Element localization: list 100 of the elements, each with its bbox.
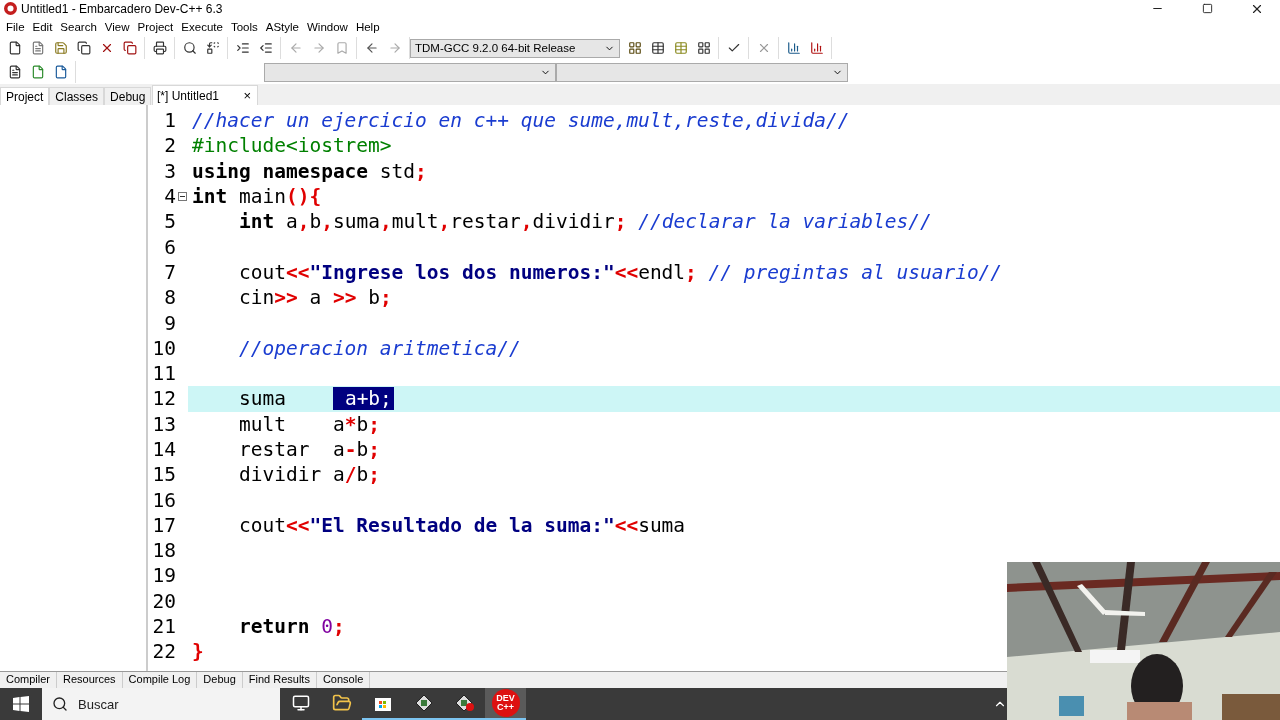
code-token: , — [379, 210, 392, 234]
dev-cpp-logo: DEV C++ — [491, 689, 520, 717]
grid-icon[interactable] — [626, 39, 643, 57]
code-token: b — [309, 210, 322, 234]
tab-label: [*] Untitled1 — [157, 88, 220, 103]
code-token: ; — [332, 615, 345, 639]
line-number: 11 — [151, 362, 176, 386]
line-number: 15 — [151, 463, 176, 487]
menu-item[interactable]: Window — [303, 20, 352, 33]
code-token: suma — [638, 513, 686, 537]
code-token: // pregintas al usuario// — [707, 260, 1003, 284]
line-number: 16 — [151, 488, 176, 512]
menu-item[interactable]: Search — [56, 20, 101, 33]
code-token: //declarar la variables// — [637, 210, 932, 234]
folder-icon — [331, 693, 352, 713]
table-icon[interactable] — [649, 39, 666, 57]
grid-icon[interactable] — [695, 39, 712, 57]
code-token: cout — [237, 260, 286, 284]
replace-icon[interactable] — [204, 39, 221, 57]
code-token: #include<iostrem> — [192, 134, 392, 158]
code-token: ; — [368, 438, 380, 461]
compiler-dropdown[interactable]: TDM-GCC 9.2.0 64-bit Release — [410, 38, 620, 58]
code-token: int — [192, 185, 228, 209]
close-tab-button[interactable]: × — [243, 88, 251, 103]
code-token: ; — [614, 210, 627, 234]
code-token: return — [237, 615, 310, 639]
search-icon — [52, 696, 68, 712]
line-number: 1 — [163, 109, 176, 133]
line-number: 2 — [163, 134, 176, 158]
code-token: , — [438, 210, 451, 234]
menu-item[interactable]: Edit — [28, 20, 57, 33]
line-number: 17 — [151, 513, 176, 537]
collapse-icon[interactable] — [177, 192, 187, 202]
code-token: b — [356, 438, 369, 461]
save-icon[interactable] — [52, 39, 69, 57]
code-token: suma — [237, 387, 287, 411]
line-number: 9 — [163, 311, 176, 335]
menu-item[interactable]: Project — [133, 20, 178, 33]
code-token: restar — [450, 210, 521, 234]
line-number: 7 — [163, 260, 176, 284]
code-token: b — [367, 286, 380, 310]
search-icon[interactable] — [181, 39, 198, 57]
line-number: 14 — [151, 438, 176, 461]
line-number: 19 — [151, 564, 176, 588]
code-token: cin — [237, 286, 275, 310]
line-number: 8 — [163, 286, 176, 310]
taskbar-app-button[interactable]: DEV C++ — [485, 688, 526, 720]
line-number: 6 — [163, 235, 176, 259]
code-token: - — [344, 438, 357, 461]
line-number: 4 — [163, 185, 176, 209]
editor-tab[interactable]: [*] Untitled1 × — [152, 85, 258, 105]
copy-icon[interactable] — [75, 39, 92, 57]
menu-item[interactable]: AStyle — [261, 20, 303, 33]
bar-chart-icon[interactable] — [785, 39, 802, 57]
menu-item[interactable]: Help — [351, 20, 384, 33]
code-token: a — [284, 210, 298, 234]
menu-item[interactable]: View — [100, 20, 134, 33]
code-token: << — [285, 513, 310, 537]
windows-logo-icon — [13, 696, 29, 712]
line-number: 13 — [151, 412, 176, 436]
code-token: ; — [368, 463, 380, 487]
panel-tab[interactable]: Project — [0, 87, 50, 105]
code-token: ; — [685, 260, 697, 284]
menu-item[interactable]: Tools — [226, 20, 262, 33]
code-token: b — [356, 412, 369, 436]
app-logo-icon — [4, 2, 17, 15]
menu-item[interactable]: Execute — [177, 20, 227, 33]
copy-icon[interactable] — [121, 39, 138, 57]
code-token: , — [297, 210, 310, 234]
app-icon — [454, 694, 475, 712]
menu-item[interactable]: File — [2, 20, 29, 33]
code-token: b — [356, 463, 369, 487]
bar-chart-icon[interactable] — [808, 39, 825, 57]
code-token: mult — [391, 210, 439, 234]
panel-tab[interactable]: Classes — [49, 87, 105, 105]
maximize-icon[interactable] — [1201, 3, 1213, 14]
print-icon[interactable] — [151, 39, 168, 57]
code-token: //operacion aritmetica// — [237, 336, 521, 360]
code-token: ; — [379, 286, 392, 310]
code-token: 0 — [320, 615, 333, 639]
panel-tab[interactable]: Debug — [104, 87, 152, 105]
code-token: "El Resultado de la suma:" — [309, 513, 615, 537]
code-token: >> — [332, 286, 357, 310]
code-token: / — [344, 463, 357, 487]
code-token: , — [520, 210, 533, 234]
code-token: ; — [368, 412, 380, 436]
line-number: 18 — [151, 539, 176, 563]
code-token: << — [285, 260, 310, 284]
search-field[interactable]: Buscar — [42, 688, 280, 720]
code-token: cout — [237, 513, 286, 537]
code-token: << — [614, 513, 639, 537]
line-number: 10 — [151, 336, 176, 360]
code-token: } — [192, 640, 204, 664]
window-title: Untitled1 - Embarcadero Dev-C++ 6.3 — [21, 1, 224, 16]
code-token: ; — [415, 159, 427, 183]
code-token: dividir a — [237, 463, 345, 487]
code-token: suma — [332, 210, 380, 234]
code-token: , — [321, 210, 333, 234]
code-token: (){ — [285, 185, 322, 209]
line-number: 22 — [151, 640, 176, 664]
